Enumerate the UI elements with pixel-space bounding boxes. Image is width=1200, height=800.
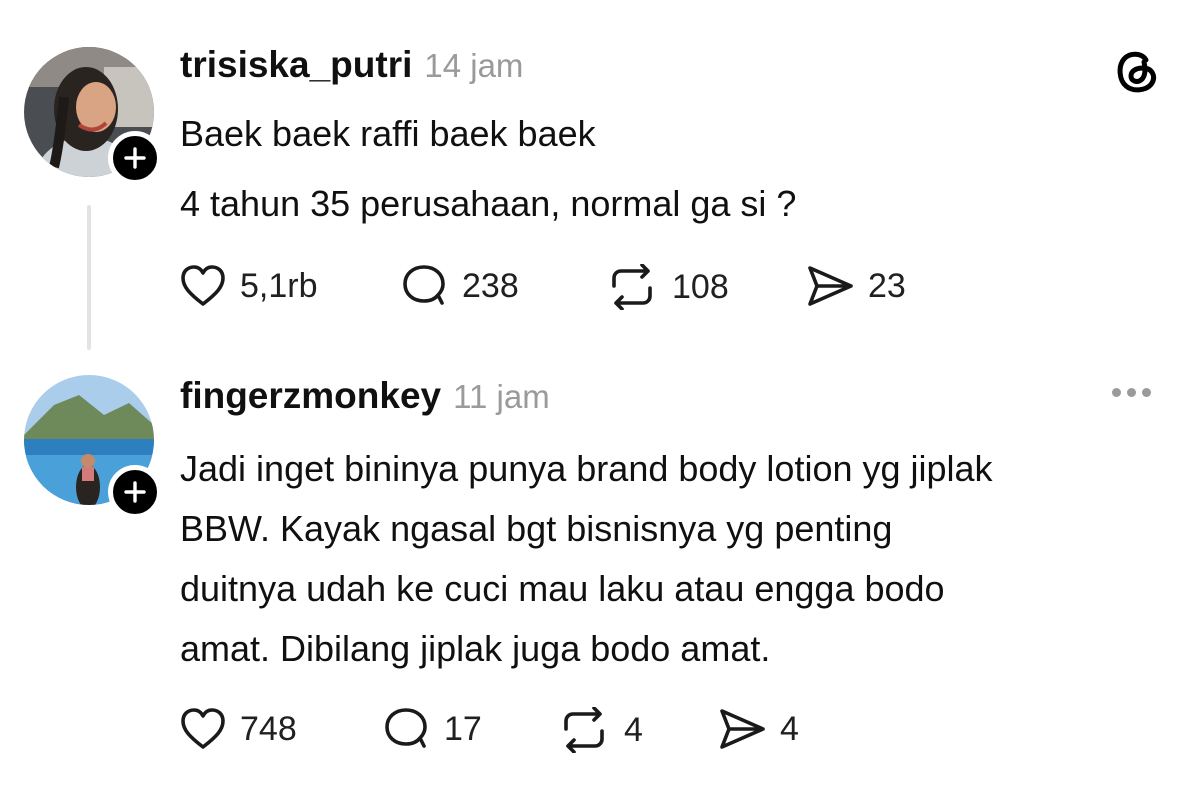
post-item[interactable]: trisiska_putri 14 jam Baek baek raffi ba… <box>0 0 1200 360</box>
thread-connector-line <box>87 205 91 350</box>
reply-button[interactable]: 17 <box>384 707 482 751</box>
post-text-line: Jadi inget bininya punya brand body loti… <box>180 448 993 489</box>
repost-icon <box>612 264 652 310</box>
plus-icon <box>124 147 146 169</box>
follow-button[interactable] <box>108 465 162 519</box>
repost-count: 4 <box>624 710 643 749</box>
like-button[interactable]: 5,1rb <box>180 264 318 308</box>
post-text-line: 4 tahun 35 perusahaan, normal ga si ? <box>180 183 797 224</box>
post-item[interactable]: fingerzmonkey 11 jam Jadi inget bininya … <box>0 360 1200 800</box>
post-text-line: amat. Dibilang jiplak juga bodo amat. <box>180 628 771 669</box>
like-count: 5,1rb <box>240 266 318 305</box>
username[interactable]: trisiska_putri <box>180 44 412 86</box>
share-count: 23 <box>868 266 906 305</box>
share-count: 4 <box>780 709 799 748</box>
username[interactable]: fingerzmonkey <box>180 375 441 417</box>
send-icon <box>808 266 853 306</box>
repost-button[interactable]: 4 <box>558 707 643 753</box>
plus-icon <box>124 481 146 503</box>
post-header: trisiska_putri 14 jam <box>180 44 523 86</box>
post-text-line: BBW. Kayak ngasal bgt bisnisnya yg penti… <box>180 508 893 549</box>
repost-button[interactable]: 108 <box>606 264 729 310</box>
repost-icon <box>564 707 604 753</box>
repost-count: 108 <box>672 267 729 306</box>
follow-button[interactable] <box>108 131 162 185</box>
post-text-line: Baek baek raffi baek baek <box>180 113 596 154</box>
more-horizontal-icon[interactable] <box>1112 388 1151 397</box>
heart-icon <box>181 265 225 306</box>
post-text-line: duitnya udah ke cuci mau laku atau engga… <box>180 568 945 609</box>
post-header: fingerzmonkey 11 jam <box>180 375 550 417</box>
reply-count: 17 <box>444 709 482 748</box>
comment-bubble-icon <box>403 265 445 305</box>
timestamp: 11 jam <box>453 378 550 415</box>
send-icon <box>720 709 765 749</box>
timestamp: 14 jam <box>424 47 524 84</box>
reply-button[interactable]: 238 <box>402 264 519 308</box>
comment-bubble-icon <box>385 708 427 748</box>
share-button[interactable]: 4 <box>718 707 799 751</box>
like-count: 748 <box>240 709 297 748</box>
post-text: Jadi inget bininya punya brand body loti… <box>180 439 1180 679</box>
like-button[interactable]: 748 <box>180 707 297 751</box>
reply-count: 238 <box>462 266 519 305</box>
share-button[interactable]: 23 <box>806 264 906 308</box>
heart-icon <box>181 708 225 749</box>
